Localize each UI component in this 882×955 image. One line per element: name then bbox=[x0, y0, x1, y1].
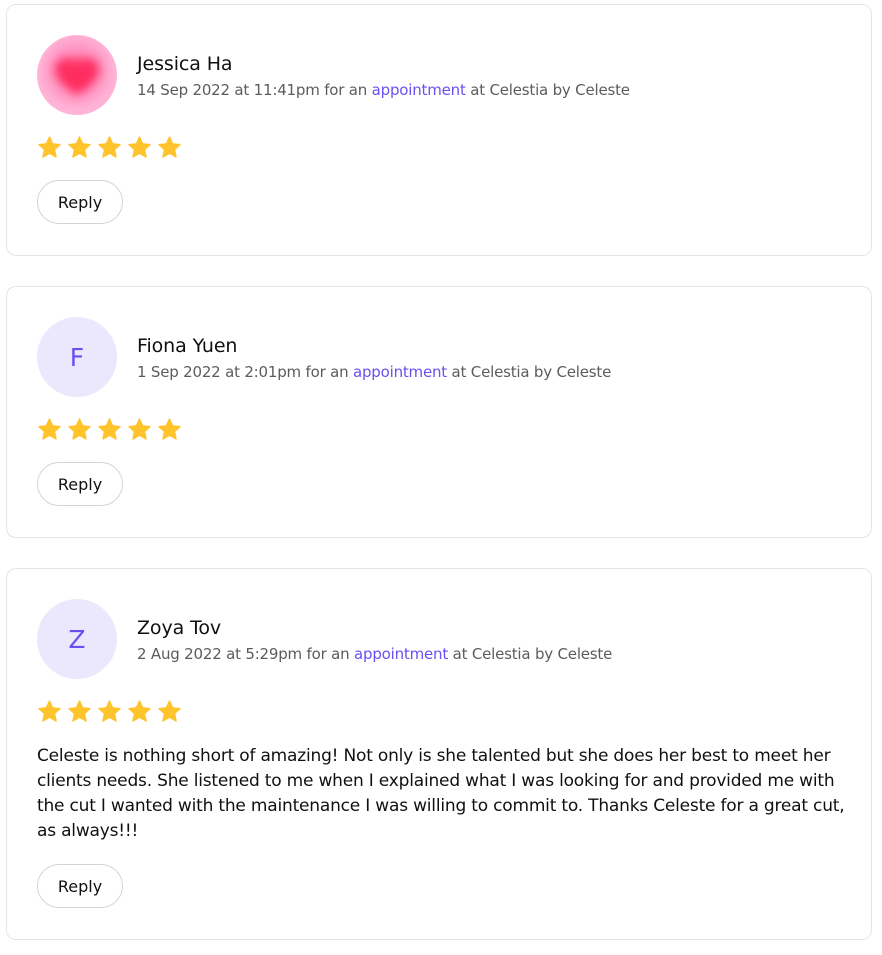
star-rating bbox=[37, 417, 182, 442]
star-icon bbox=[158, 418, 181, 440]
review-location-text: at Celestia by Celeste bbox=[448, 645, 613, 663]
review-date: 2 Aug 2022 at 5:29pm bbox=[137, 645, 302, 663]
star-icon bbox=[128, 136, 151, 158]
star-rating bbox=[37, 135, 182, 160]
review-meta: 1 Sep 2022 at 2:01pm for an appointment … bbox=[137, 363, 611, 381]
star-icon bbox=[158, 700, 181, 722]
review-meta: 2 Aug 2022 at 5:29pm for an appointment … bbox=[137, 645, 612, 663]
review-date: 1 Sep 2022 at 2:01pm bbox=[137, 363, 301, 381]
star-icon bbox=[158, 136, 181, 158]
review-location-text: at Celestia by Celeste bbox=[465, 81, 630, 99]
reply-button[interactable]: Reply bbox=[37, 864, 123, 908]
star-icon bbox=[98, 136, 121, 158]
review-for-text: for an bbox=[300, 363, 353, 381]
review-card: F Fiona Yuen 1 Sep 2022 at 2:01pm for an… bbox=[6, 286, 872, 538]
review-location-text: at Celestia by Celeste bbox=[446, 363, 612, 381]
star-icon bbox=[128, 418, 151, 440]
review-card: Jessica Ha 14 Sep 2022 at 11:41pm for an… bbox=[6, 4, 872, 256]
review-meta: 14 Sep 2022 at 11:41pm for an appointmen… bbox=[137, 81, 630, 99]
review-card: Z Zoya Tov 2 Aug 2022 at 5:29pm for an a… bbox=[6, 568, 872, 940]
avatar bbox=[37, 35, 117, 115]
star-icon bbox=[38, 418, 61, 440]
star-icon bbox=[128, 700, 151, 722]
star-icon bbox=[98, 418, 121, 440]
star-icon bbox=[98, 700, 121, 722]
avatar: F bbox=[37, 317, 117, 397]
star-icon bbox=[38, 700, 61, 722]
review-for-text: for an bbox=[301, 645, 355, 663]
star-rating bbox=[37, 699, 182, 724]
reply-button[interactable]: Reply bbox=[37, 462, 123, 506]
star-icon bbox=[68, 136, 91, 158]
heart-icon bbox=[55, 58, 99, 95]
review-date: 14 Sep 2022 at 11:41pm bbox=[137, 81, 320, 99]
review-for-text: for an bbox=[319, 81, 372, 99]
appointment-link[interactable]: appointment bbox=[353, 363, 447, 381]
reviewer-name: Jessica Ha bbox=[137, 53, 233, 75]
appointment-link[interactable]: appointment bbox=[354, 645, 448, 663]
reviewer-name: Fiona Yuen bbox=[137, 335, 238, 357]
avatar-initial: F bbox=[69, 342, 85, 372]
star-icon bbox=[38, 136, 61, 158]
reviewer-name: Zoya Tov bbox=[137, 617, 222, 639]
avatar: Z bbox=[37, 599, 117, 679]
star-icon bbox=[68, 700, 91, 722]
star-icon bbox=[68, 418, 91, 440]
appointment-link[interactable]: appointment bbox=[372, 81, 466, 99]
reply-button[interactable]: Reply bbox=[37, 180, 123, 224]
review-text: Celeste is nothing short of amazing! Not… bbox=[37, 746, 845, 841]
avatar-initial: Z bbox=[68, 624, 86, 654]
